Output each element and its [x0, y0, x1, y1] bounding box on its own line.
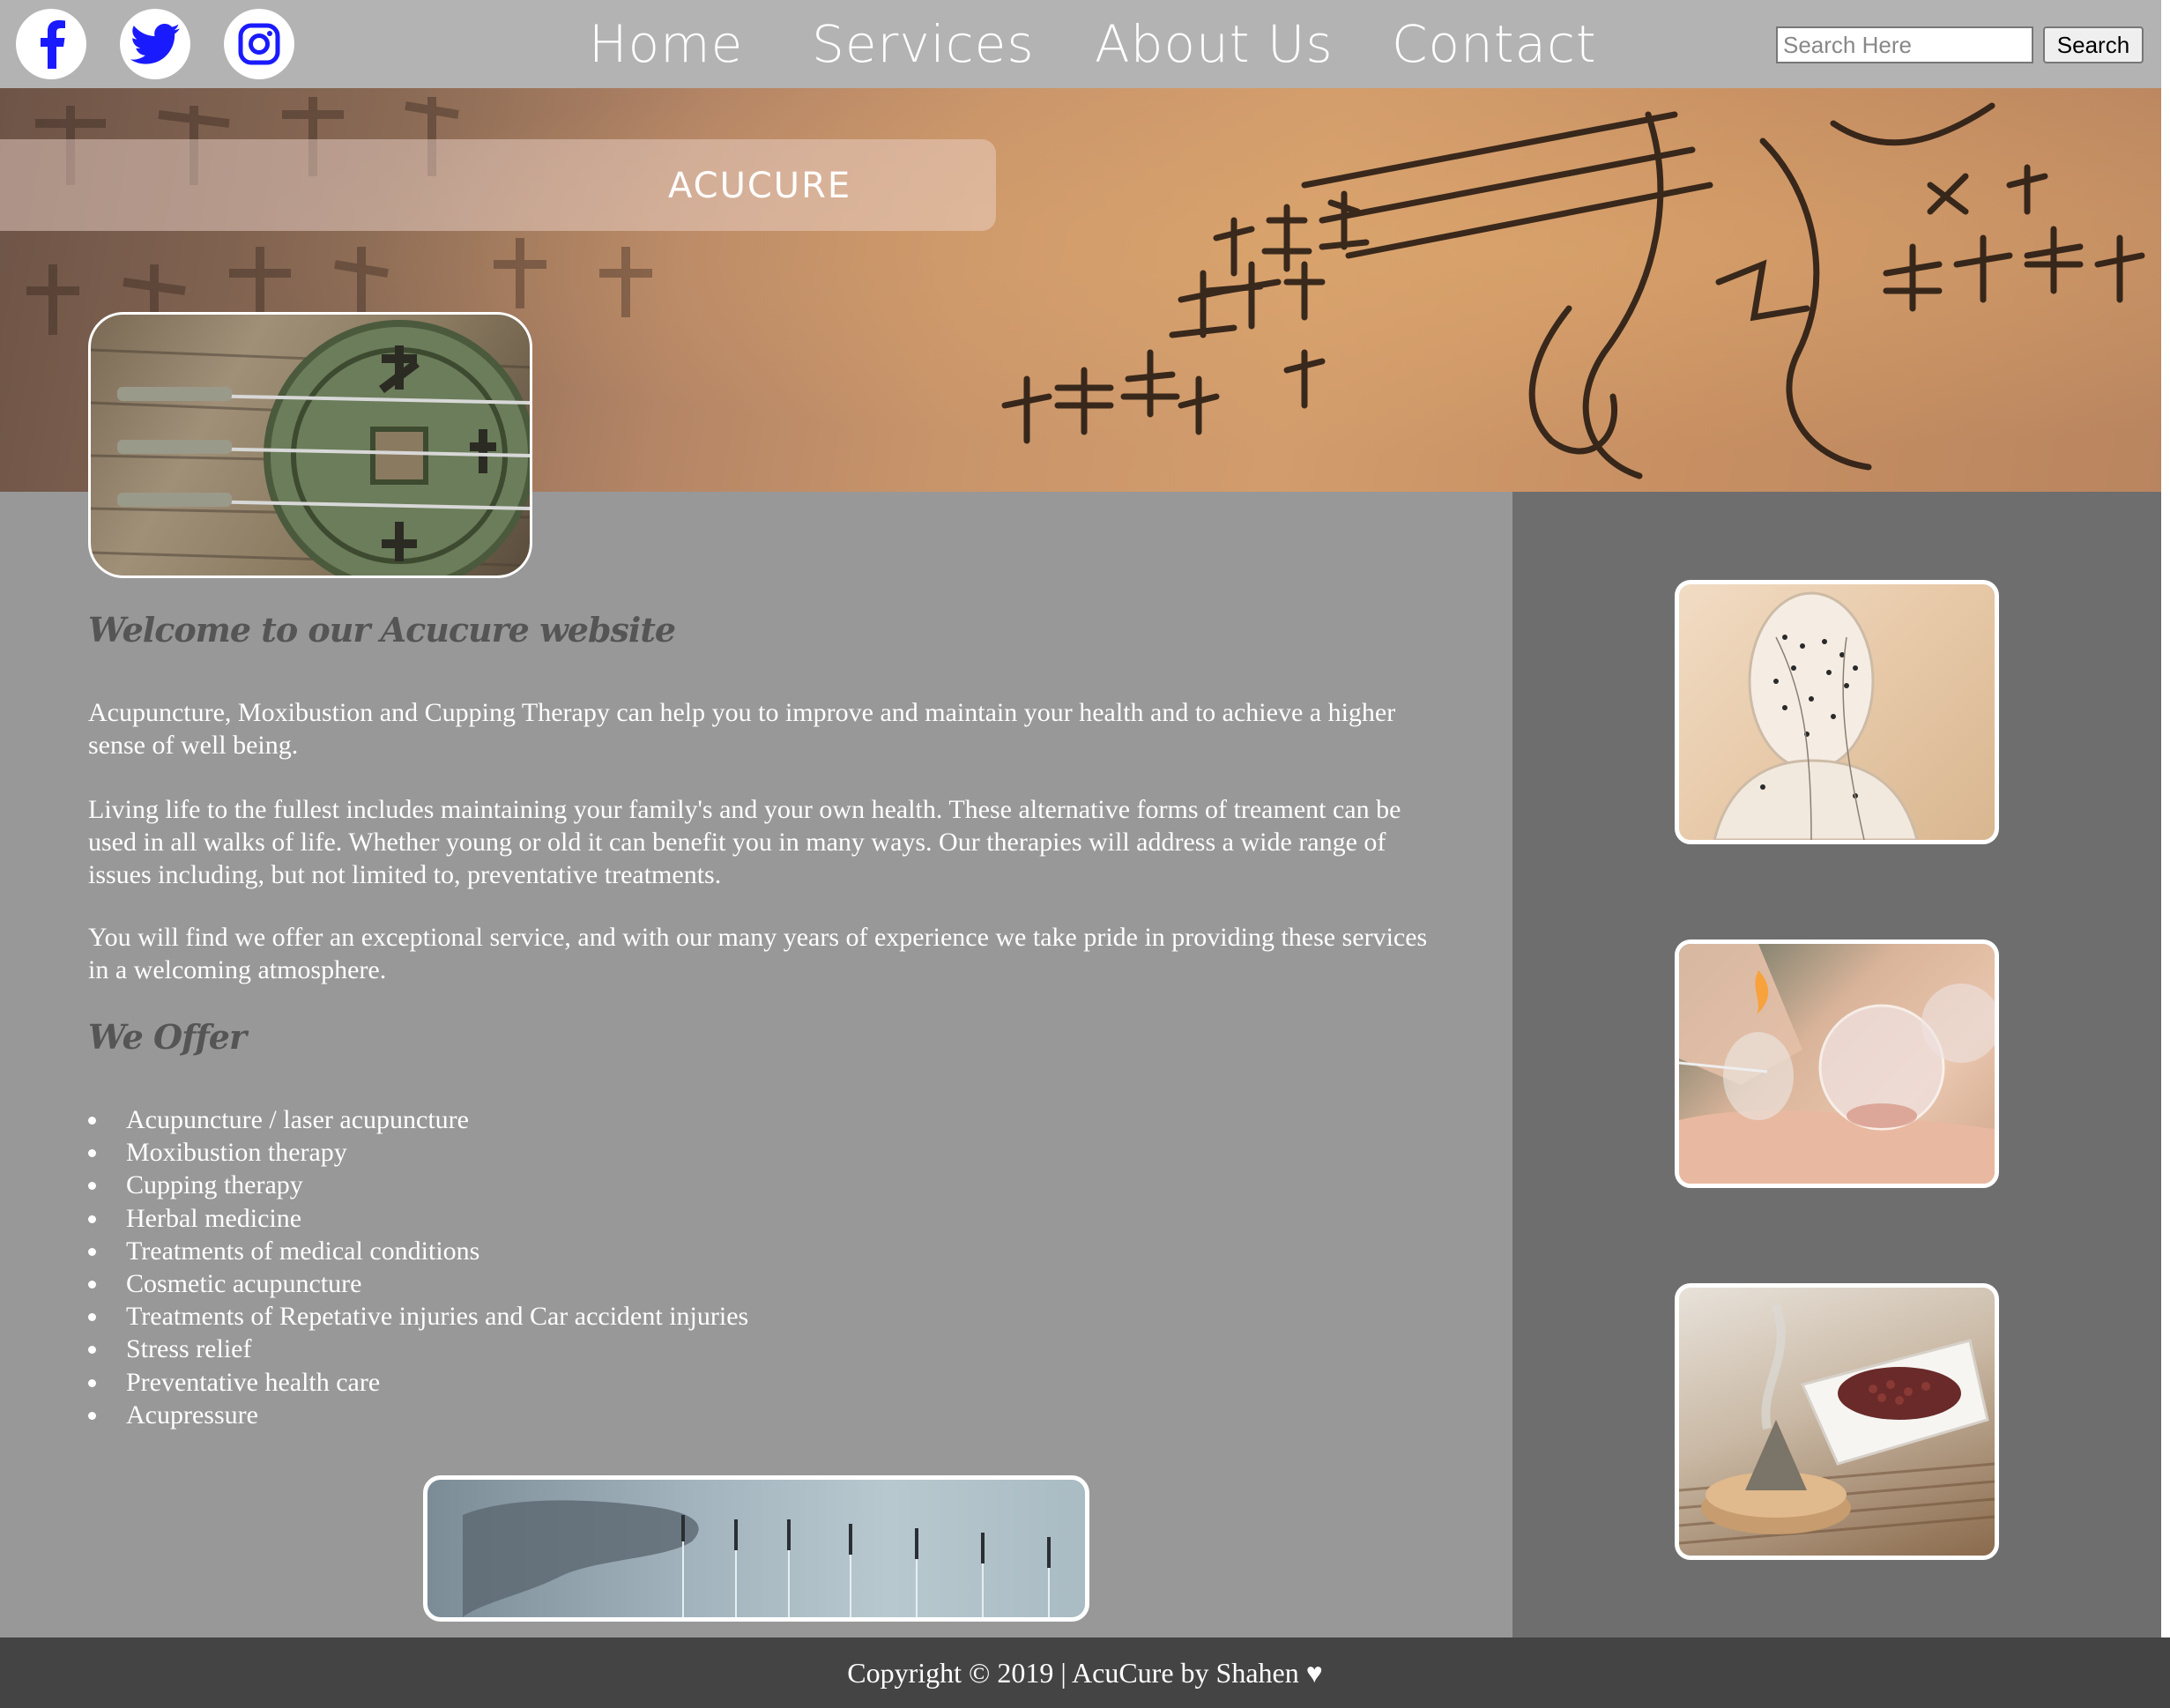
list-item: Cupping therapy — [88, 1169, 748, 1201]
list-item: Stress relief — [88, 1333, 748, 1365]
list-item: Acupuncture / laser acupuncture — [88, 1103, 748, 1136]
main-content — [0, 492, 1512, 1637]
list-item: Herbal medicine — [88, 1202, 748, 1235]
nav-link-about-us[interactable]: About Us — [1095, 9, 1334, 79]
copyright-text: Copyright © 2019 | AcuCure by Shahen ♥ — [847, 1656, 1323, 1689]
hand-needles-image — [423, 1475, 1089, 1622]
nav-link-services[interactable]: Services — [812, 9, 1035, 79]
list-item: Treatments of Repetative injuries and Ca… — [88, 1300, 748, 1333]
intro-paragraph-3: You will find we offer an exceptional se… — [88, 923, 1428, 984]
top-navbar: Home Services About Us Contact Search — [0, 0, 2170, 88]
list-item: Acupressure — [88, 1399, 748, 1431]
instagram-icon[interactable] — [224, 9, 294, 79]
offer-heading: We Offer — [88, 1017, 247, 1057]
list-item: Preventative health care — [88, 1366, 748, 1399]
moxibustion-herbs-image — [1675, 1283, 1999, 1560]
page-footer: Copyright © 2019 | AcuCure by Shahen ♥ — [0, 1637, 2170, 1708]
cupping-therapy-image — [1675, 939, 1999, 1188]
coin-needles-image — [88, 312, 532, 578]
page-edge — [2161, 0, 2170, 1637]
intro-paragraph-2: Living life to the fullest includes main… — [88, 795, 1401, 889]
search-button[interactable]: Search — [2043, 26, 2144, 63]
search-input[interactable] — [1776, 26, 2033, 63]
offer-list: Acupuncture / laser acupuncture Moxibust… — [88, 1103, 748, 1431]
welcome-heading: Welcome to our Acucure website — [88, 610, 676, 650]
list-item: Cosmetic acupuncture — [88, 1267, 748, 1300]
intro-paragraph-1: Acupuncture, Moxibustion and Cupping The… — [88, 698, 1396, 760]
list-item: Treatments of medical conditions — [88, 1235, 748, 1267]
site-title: ACUCURE — [668, 166, 852, 206]
nav-link-home[interactable]: Home — [589, 9, 743, 79]
facebook-icon[interactable] — [16, 9, 86, 79]
list-item: Moxibustion therapy — [88, 1136, 748, 1169]
twitter-icon[interactable] — [120, 9, 190, 79]
nav-link-contact[interactable]: Contact — [1392, 9, 1597, 79]
acupuncture-model-image — [1675, 580, 1999, 844]
